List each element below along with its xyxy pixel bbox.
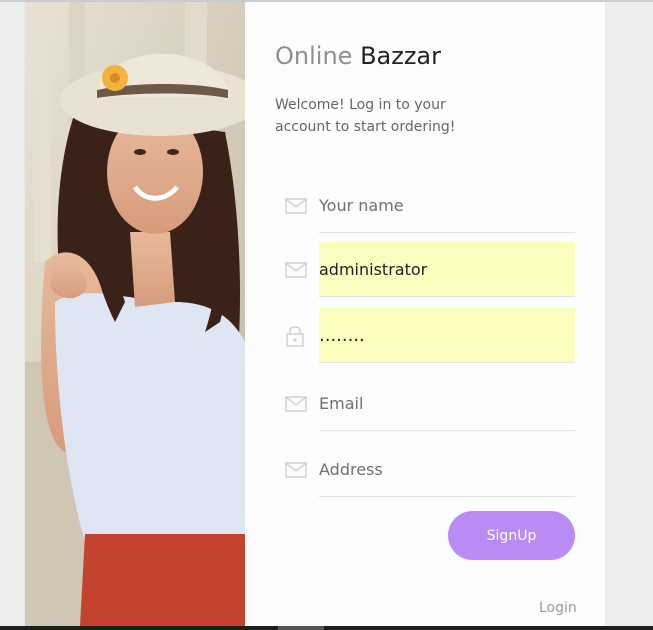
email-field — [285, 376, 575, 432]
login-link[interactable]: Login — [539, 600, 577, 616]
password-field — [285, 308, 575, 364]
lock-icon — [285, 324, 309, 348]
model-photo — [25, 2, 245, 626]
username-input[interactable] — [319, 242, 575, 297]
welcome-text: Welcome! Log in to your account to start… — [275, 97, 456, 135]
taskbar-segment — [278, 626, 324, 630]
envelope-icon — [285, 258, 309, 282]
taskbar-strip — [0, 626, 653, 630]
address-input[interactable] — [319, 442, 575, 497]
brand-title-bold: Bazzar — [360, 42, 442, 70]
signup-button[interactable]: SignUp — [448, 511, 575, 560]
name-input[interactable] — [319, 178, 575, 233]
brand-title-light: Online — [275, 42, 353, 70]
signup-card: Online Bazzar Welcome! Log in to your ac… — [25, 2, 605, 626]
envelope-icon — [285, 194, 309, 218]
name-field — [285, 178, 575, 234]
envelope-icon — [285, 392, 309, 416]
password-input[interactable] — [319, 308, 575, 363]
username-field — [285, 242, 575, 298]
brand-title: Online Bazzar — [275, 42, 441, 70]
envelope-icon — [285, 458, 309, 482]
signup-form-panel: Online Bazzar Welcome! Log in to your ac… — [245, 2, 605, 626]
woman-in-hat-image — [25, 2, 245, 626]
address-field — [285, 442, 575, 498]
email-input[interactable] — [319, 376, 575, 431]
